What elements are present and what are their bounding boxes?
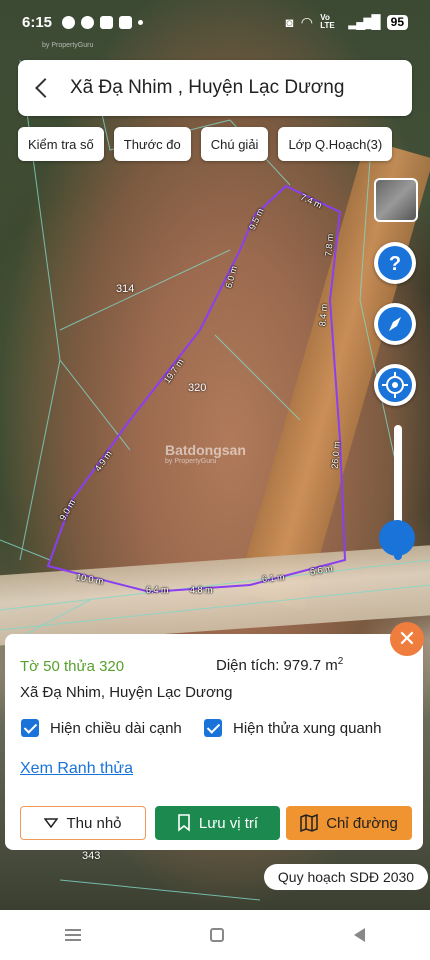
page-title: Xã Đạ Nhim , Huyện Lạc Dương [70, 77, 345, 98]
locate-button[interactable] [374, 364, 416, 406]
plot-id: Tờ 50 thửa 320 [20, 658, 125, 675]
legend-button[interactable]: Chú giải [200, 127, 269, 161]
close-panel-button[interactable]: ✕ [390, 622, 424, 656]
neighbor-line [0, 584, 430, 631]
neighbor-line [19, 59, 131, 451]
notification-icons [62, 15, 144, 29]
checkbox-label: Hiện chiều dài cạnh [50, 719, 182, 737]
question-icon: ? [378, 246, 412, 280]
compass-icon [378, 307, 412, 341]
shrink-button[interactable]: Thu nhỏ [20, 806, 146, 840]
volte-indicator: Vo LTE [320, 13, 335, 30]
show-neighbors-checkbox[interactable]: Hiện thửa xung quanh [204, 719, 381, 737]
view-boundary-link[interactable]: Xem Ranh thửa [20, 760, 133, 778]
zalo-icon [119, 15, 133, 29]
back-arrow-icon[interactable] [35, 78, 55, 98]
facebook-icon [81, 15, 95, 29]
header-bar: Xã Đạ Nhim , Huyện Lạc Dương [18, 60, 412, 116]
system-nav-bar [0, 910, 430, 960]
help-button[interactable]: ? [374, 242, 416, 284]
neighbor-line [0, 539, 51, 561]
plot-area-text: Diện tích: 979.7 m [216, 657, 338, 674]
status-time: 6:15 [22, 13, 53, 31]
shrink-label: Thu nhỏ [66, 814, 122, 832]
checkbox-checked-icon [204, 719, 222, 737]
parcel-label-314: 314 [116, 283, 135, 295]
directions-label: Chỉ đường [326, 814, 398, 832]
checkbox-label: Hiện thửa xung quanh [233, 719, 382, 737]
neighbor-line [0, 559, 430, 611]
edge-length: 8.4 m [317, 303, 330, 327]
nfc-icon: ◙ [285, 14, 294, 30]
neighbor-line [59, 879, 261, 901]
status-bar: 6:15 ◙ ◠ Vo LTE ▂▄▆█ 95 [0, 0, 430, 44]
save-location-label: Lưu vị trí [198, 814, 259, 832]
zalo-icon [100, 15, 114, 29]
plot-area-unit: 2 [337, 656, 344, 667]
watermark-text: Batdongsan [165, 442, 246, 458]
show-edge-lengths-checkbox[interactable]: Hiện chiều dài cạnh [21, 719, 182, 737]
wifi-icon: ◠ [301, 13, 313, 30]
map-toolbar: Kiểm tra số Thước đo Chú giải Lớp Q.Hoạc… [18, 127, 393, 161]
map-icon [300, 814, 318, 832]
neighbor-line [59, 249, 231, 331]
app-screen: 314 320 343 7.4 m 7.8 m 8.4 m 26.0 m 5.6… [0, 0, 430, 960]
edge-length: 6.1 m [261, 572, 285, 584]
parcel-label-320: 320 [188, 382, 207, 394]
neighbor-line [214, 334, 301, 421]
map-layer-switch-icon[interactable] [374, 178, 418, 222]
close-icon: ✕ [397, 626, 417, 651]
edge-length: 4.8 m [190, 585, 213, 595]
triangle-down-icon [44, 818, 59, 828]
opacity-slider-handle[interactable] [379, 520, 415, 556]
check-number-button[interactable]: Kiểm tra số [18, 127, 104, 161]
more-dot-icon [138, 19, 144, 25]
checkbox-checked-icon [21, 719, 39, 737]
locate-icon [378, 368, 412, 402]
status-right: ◙ ◠ Vo LTE ▂▄▆█ 95 [286, 14, 408, 31]
save-location-button[interactable]: Lưu vị trí [155, 806, 280, 840]
compass-button[interactable] [374, 303, 416, 345]
back-icon[interactable] [354, 928, 366, 942]
edge-length: 7.8 m [323, 233, 336, 257]
measure-button[interactable]: Thước đo [113, 127, 191, 161]
svg-text:?: ? [389, 253, 401, 275]
neighbor-line [19, 359, 61, 561]
directions-button[interactable]: Chỉ đường [286, 806, 412, 840]
bookmark-icon [178, 814, 190, 832]
map-watermark: Batdongsan by PropertyGuru [165, 442, 246, 465]
planning-year-badge[interactable]: Quy hoạch SDĐ 2030 [264, 864, 428, 890]
facebook-icon [62, 15, 76, 29]
recent-apps-icon[interactable] [64, 929, 81, 941]
plot-address: Xã Đạ Nhim, Huyện Lạc Dương [20, 684, 233, 701]
battery-icon: 95 [386, 14, 408, 30]
watermark-subtext: by PropertyGuru [165, 458, 217, 465]
plot-area: Diện tích: 979.7 m2 [216, 656, 343, 674]
signal-icon: ▂▄▆█ [348, 14, 380, 29]
planning-layer-button[interactable]: Lớp Q.Hoạch(3) [278, 127, 393, 161]
home-icon[interactable] [210, 928, 225, 942]
edge-length: 6.4 m [146, 585, 169, 595]
parcel-label-343: 343 [82, 850, 101, 862]
